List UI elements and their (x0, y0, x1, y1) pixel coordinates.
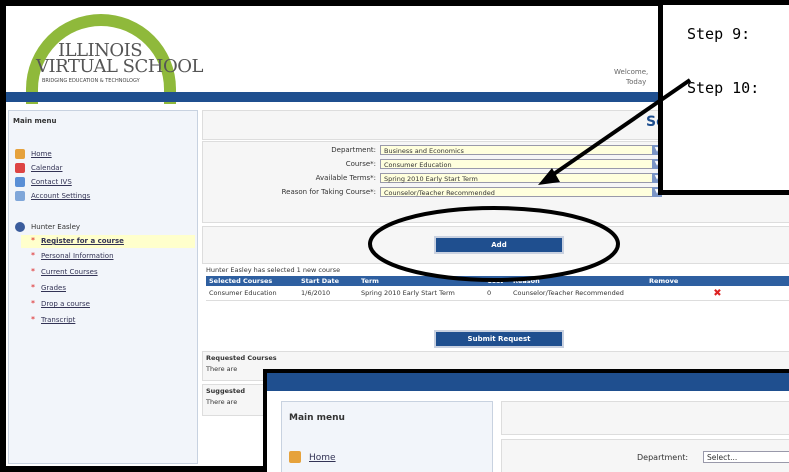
home-icon (289, 451, 301, 463)
inset-header-bar (267, 373, 789, 391)
pointer-arrow-line (546, 78, 692, 180)
inset-department-select[interactable]: Select... (703, 451, 789, 463)
inset-home-link[interactable]: Home (309, 453, 336, 463)
inset-screenshot: Main menu Home Department: Select... (263, 369, 789, 472)
highlight-ellipse (368, 206, 620, 282)
inset-menu-title: Main menu (289, 413, 345, 423)
inset-department-label: Department: (637, 453, 689, 462)
inset-title-panel (501, 401, 789, 435)
